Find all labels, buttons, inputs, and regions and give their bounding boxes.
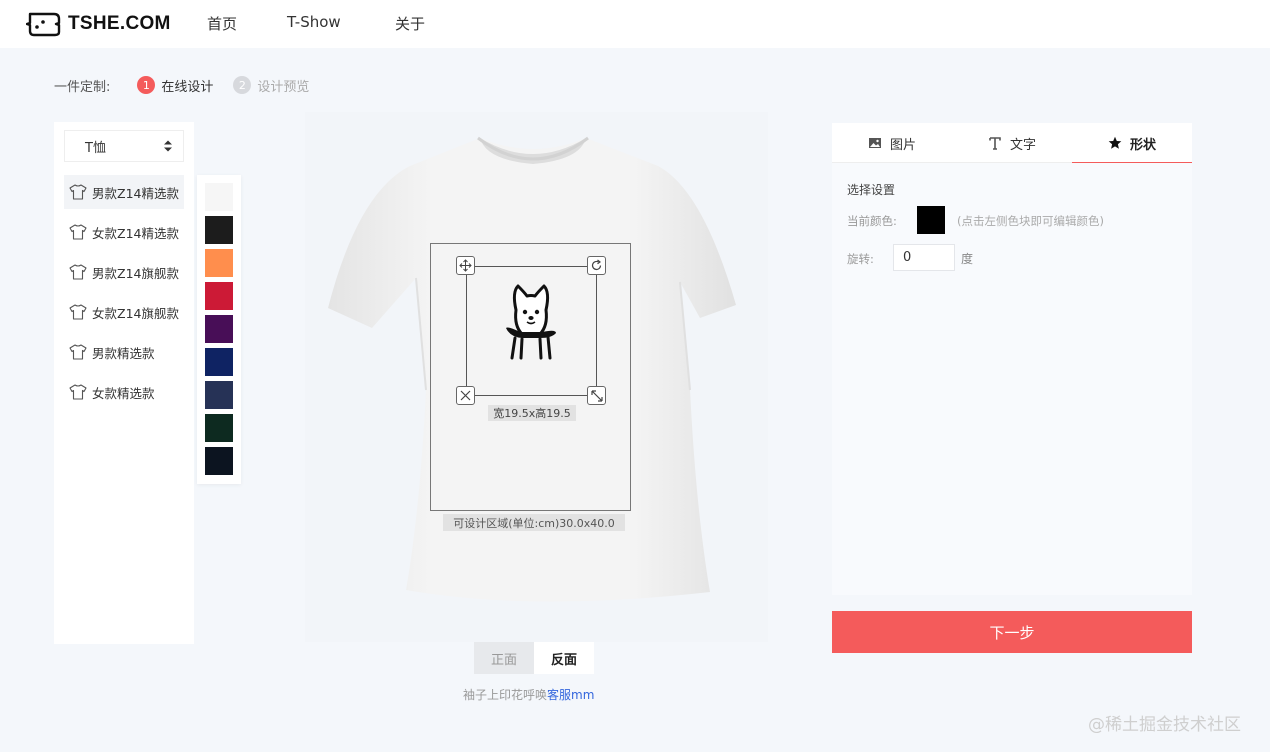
tab-shape[interactable]: 形状: [1072, 123, 1192, 164]
color-swatch[interactable]: [205, 183, 233, 211]
printable-area-label: 可设计区域(单位:cm)30.0x40.0: [443, 514, 625, 531]
close-icon: [460, 390, 471, 401]
nav-home[interactable]: 首页: [207, 13, 237, 34]
brand-name: TSHE.COM: [68, 13, 171, 34]
tshirt-icon: [69, 264, 87, 280]
delete-handle[interactable]: [456, 386, 475, 405]
tshirt-icon: [69, 184, 87, 200]
next-step-button[interactable]: 下一步: [832, 611, 1192, 653]
watermark: @稀土掘金技术社区: [1088, 715, 1241, 735]
front-side-button[interactable]: 正面: [474, 642, 534, 674]
product-style-item[interactable]: 女款Z14旗舰款: [64, 295, 184, 329]
settings-title: 选择设置: [847, 183, 896, 197]
product-style-item[interactable]: 男款Z14精选款: [64, 175, 184, 209]
tshirt-icon: [69, 344, 87, 360]
tshirt-icon: [69, 224, 87, 240]
rotate-unit: 度: [961, 252, 974, 266]
editor-panel: 图片 文字 形状 选择设置 当前颜色: (点击左侧色块即可编辑颜色) 旋转: 0…: [832, 123, 1192, 595]
color-hint: (点击左侧色块即可编辑颜色): [957, 214, 1104, 228]
product-style-item[interactable]: 女款Z14精选款: [64, 215, 184, 249]
product-style-item[interactable]: 男款精选款: [64, 335, 184, 369]
nav-about[interactable]: 关于: [395, 13, 425, 34]
color-label: 当前颜色:: [847, 214, 897, 228]
product-style-label: 男款Z14精选款: [92, 185, 179, 201]
editor-tabs: 图片 文字 形状: [832, 123, 1192, 164]
product-style-label: 女款精选款: [92, 385, 155, 401]
category-select-value: T恤: [85, 140, 106, 156]
image-icon: [868, 138, 881, 148]
customer-service-link[interactable]: 客服mm: [547, 688, 594, 702]
text-icon: [989, 137, 1001, 150]
step-design-preview[interactable]: 2 设计预览: [233, 76, 309, 95]
steps-label: 一件定制:: [54, 79, 111, 95]
shape-settings: 选择设置 当前颜色: (点击左侧色块即可编辑颜色) 旋转: 0 度: [832, 163, 1192, 595]
rotate-icon: [591, 259, 602, 271]
step-online-design[interactable]: 1 在线设计: [137, 76, 213, 95]
category-select[interactable]: T恤: [64, 130, 184, 162]
color-swatch-panel: [197, 175, 241, 484]
tshirt-icon: [69, 304, 87, 320]
step-label: 在线设计: [161, 79, 214, 95]
color-swatch[interactable]: [205, 447, 233, 475]
color-swatch[interactable]: [205, 249, 233, 277]
tab-text[interactable]: 文字: [952, 123, 1072, 163]
dog-graphic[interactable]: [500, 282, 562, 360]
tab-label: 图片: [889, 137, 916, 153]
rotate-label: 旋转:: [847, 252, 874, 266]
step-number: 2: [233, 76, 252, 94]
move-handle[interactable]: [456, 256, 475, 275]
sort-arrows-icon: [164, 140, 172, 152]
selection-size-label: 宽19.5x高19.5: [488, 405, 576, 421]
sleeve-note-text: 袖子上印花呼唤: [463, 688, 548, 702]
step-number: 1: [137, 76, 156, 94]
sleeve-print-note: 袖子上印花呼唤客服mm: [463, 686, 594, 703]
rotate-handle[interactable]: [587, 256, 606, 275]
color-swatch[interactable]: [205, 414, 233, 442]
move-icon: [459, 259, 472, 272]
star-icon: [1108, 136, 1122, 149]
product-style-label: 女款Z14旗舰款: [92, 305, 179, 321]
top-navbar: TSHE.COM 首页 T-Show 关于: [0, 0, 1270, 48]
color-swatch[interactable]: [205, 315, 233, 343]
product-style-item[interactable]: 女款精选款: [64, 375, 184, 409]
resize-icon: [590, 389, 603, 402]
color-swatch[interactable]: [205, 282, 233, 310]
brand-logo[interactable]: TSHE.COM: [26, 10, 171, 38]
tab-image[interactable]: 图片: [832, 123, 952, 163]
step-label: 设计预览: [257, 79, 310, 95]
resize-handle[interactable]: [587, 386, 606, 405]
color-swatch[interactable]: [205, 216, 233, 244]
color-swatch[interactable]: [205, 348, 233, 376]
tab-label: 形状: [1129, 137, 1156, 153]
color-swatch[interactable]: [205, 381, 233, 409]
product-style-item[interactable]: 男款Z14旗舰款: [64, 255, 184, 289]
nav-tshow[interactable]: T-Show: [287, 13, 341, 31]
product-style-label: 男款Z14旗舰款: [92, 265, 179, 281]
logo-icon: [26, 12, 61, 37]
progress-steps: 一件定制: 1 在线设计 2 设计预览: [54, 75, 329, 95]
back-side-button[interactable]: 反面: [534, 642, 594, 674]
tab-label: 文字: [1009, 137, 1036, 153]
rotate-input[interactable]: 0: [893, 244, 955, 271]
tshirt-icon: [69, 384, 87, 400]
side-toggle: 正面 反面: [474, 642, 594, 674]
product-style-label: 女款Z14精选款: [92, 225, 179, 241]
product-style-label: 男款精选款: [92, 345, 155, 361]
current-color-swatch[interactable]: [917, 206, 945, 234]
